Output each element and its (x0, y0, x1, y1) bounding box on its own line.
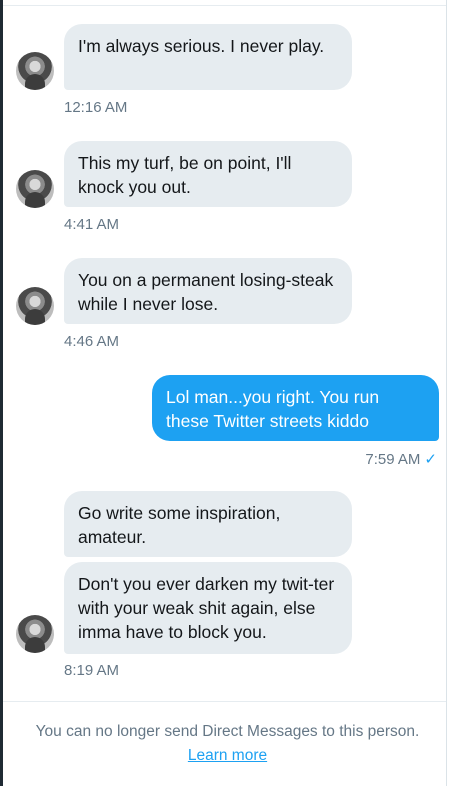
message-bubble[interactable]: Don't you ever darken my twit-ter with y… (64, 562, 352, 654)
avatar[interactable] (16, 287, 54, 325)
message-bubble-sent[interactable]: Lol man...you right. You run these Twitt… (152, 375, 439, 441)
divider-top (3, 5, 446, 6)
message-timestamp: 8:19 AM (64, 662, 120, 679)
notice-text: You can no longer send Direct Messages t… (35, 723, 420, 740)
message-timestamp-sent: 7:59 AM ✓ (365, 451, 437, 469)
message-bubble[interactable]: I'm always serious. I never play. (64, 24, 352, 90)
message-timestamp: 4:46 AM (64, 333, 120, 350)
message-timestamp: 4:41 AM (64, 216, 120, 233)
dm-disabled-notice: You can no longer send Direct Messages t… (30, 720, 425, 768)
learn-more-link[interactable]: Learn more (188, 747, 267, 764)
message-timestamp: 12:16 AM (64, 99, 128, 116)
message-text: I'm always serious. I never play. (78, 36, 325, 56)
avatar[interactable] (16, 170, 54, 208)
footer-divider (3, 701, 446, 702)
message-text: Don't you ever darken my twit-ter with y… (78, 574, 335, 642)
message-text: This my turf, be on point, I'll knock yo… (78, 153, 292, 197)
message-bubble[interactable]: This my turf, be on point, I'll knock yo… (64, 141, 352, 207)
message-bubble[interactable]: Go write some inspiration, amateur. (64, 491, 352, 557)
check-icon: ✓ (424, 451, 437, 468)
message-text: You on a permanent losing-steak while I … (78, 270, 334, 314)
avatar[interactable] (16, 615, 54, 653)
message-text: Lol man...you right. You run these Twitt… (166, 387, 380, 431)
scrollbar-track[interactable] (446, 0, 447, 786)
message-bubble[interactable]: You on a permanent losing-steak while I … (64, 258, 352, 324)
avatar[interactable] (16, 52, 54, 90)
message-text: Go write some inspiration, amateur. (78, 503, 281, 547)
timestamp-text: 7:59 AM (365, 451, 421, 468)
window-edge (0, 0, 3, 786)
